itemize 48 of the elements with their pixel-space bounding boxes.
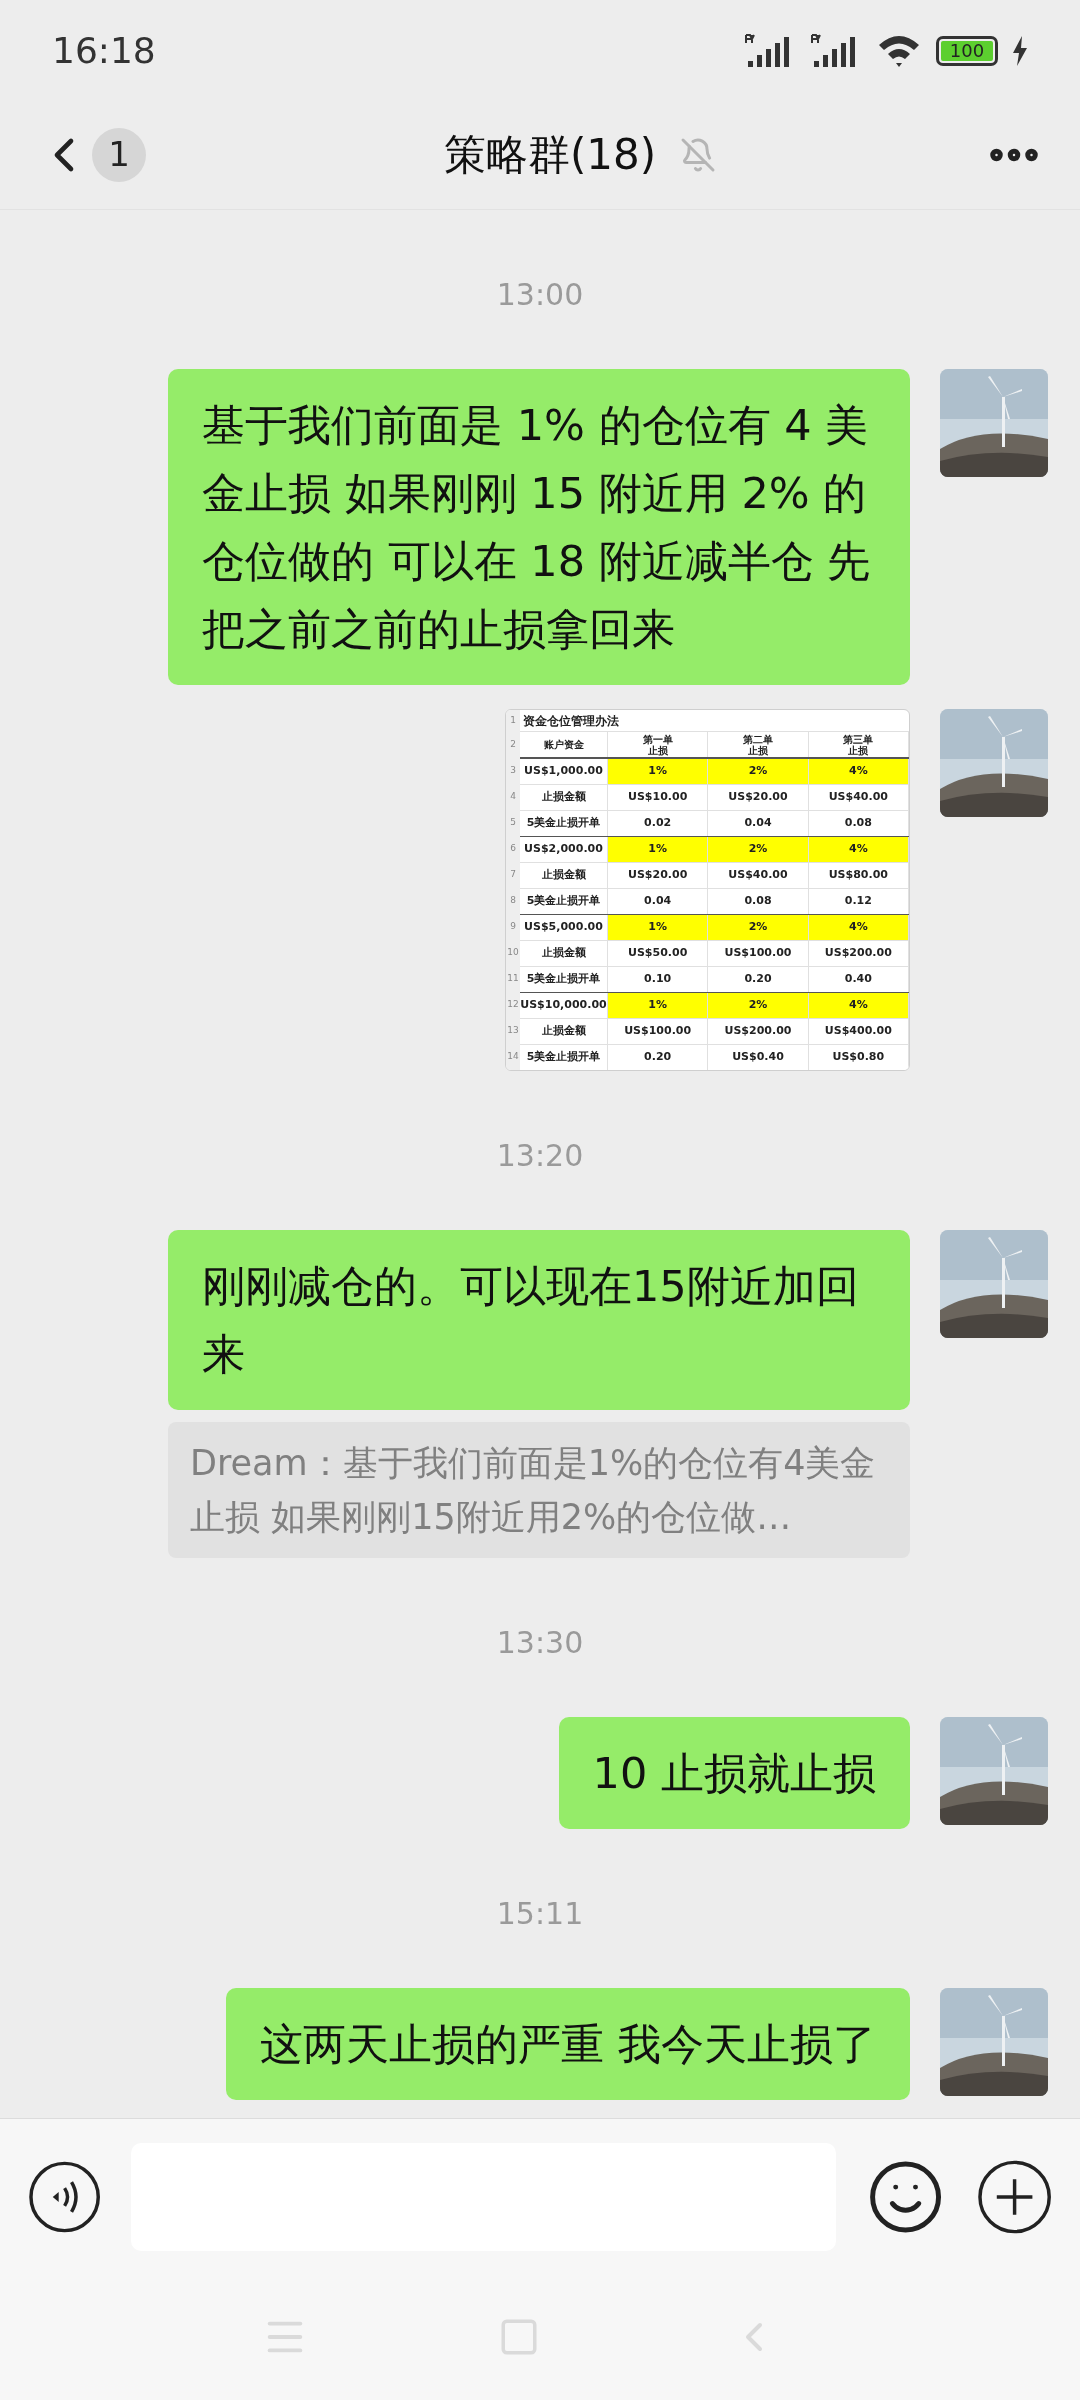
message-bubble[interactable]: 刚刚减仓的。可以现在15附近加回来 — [168, 1230, 910, 1410]
message-bubble[interactable]: 这两天止损的严重 我今天止损了 — [226, 1988, 910, 2100]
table-cell: 1% — [608, 915, 709, 940]
timestamp: 13:20 — [496, 1137, 584, 1175]
row-number: 2 — [509, 738, 517, 752]
table-cell: 4% — [808, 915, 909, 940]
column-header: 第一单止损 — [642, 733, 673, 756]
message-bubble[interactable]: 基于我们前面是 1% 的仓位有 4 美金止损 如果刚刚 15 附近用 2% 的仓位做的 可以在 18 附近减半仓 先把之前之前的止损拿回来 — [168, 369, 910, 685]
row-number: 1 — [509, 714, 517, 728]
row-number: 3 — [509, 764, 517, 778]
column-header: 第三单止损 — [843, 733, 874, 756]
unread-badge[interactable]: 1 — [92, 127, 146, 182]
column-header: 账户资金 — [543, 739, 584, 750]
table-cell: 1% — [608, 837, 709, 862]
table-cell: 1% — [608, 993, 709, 1018]
row-number: 7 — [509, 868, 517, 882]
table-cell: 4% — [808, 993, 909, 1018]
row-number: 8 — [509, 894, 517, 908]
row-number: 5 — [509, 816, 517, 830]
battery-level: 100 — [941, 41, 993, 61]
row-number: 9 — [509, 920, 517, 934]
table-cell: 2% — [708, 759, 809, 784]
row-number: 12 — [506, 998, 520, 1012]
chat-title: 策略群(18) — [443, 129, 657, 181]
row-number: 11 — [506, 972, 520, 986]
plus-icon[interactable] — [976, 2158, 1052, 2235]
row-number: 13 — [506, 1024, 520, 1038]
voice-icon[interactable] — [28, 2159, 102, 2234]
row-number: 4 — [509, 790, 517, 804]
row-number: 10 — [506, 946, 520, 960]
table-cell: 4% — [808, 837, 909, 862]
table-cell: 1% — [608, 759, 709, 784]
status-time: 16:18 — [52, 29, 156, 73]
timestamp: 13:00 — [496, 276, 584, 314]
column-header: 第二单止损 — [743, 733, 773, 756]
table-cell: US$10,000.00 — [520, 993, 608, 1018]
sheet-title: 资金仓位管理办法 — [520, 710, 909, 732]
message-bubble[interactable]: 10 止损就止损 — [558, 1717, 910, 1829]
timestamp: 15:11 — [496, 1895, 584, 1933]
table-cell: 2% — [708, 993, 809, 1018]
charging-icon — [1012, 36, 1028, 66]
timestamp: 13:30 — [496, 1624, 584, 1662]
table-cell: 2% — [708, 837, 809, 862]
row-number: 14 — [506, 1050, 520, 1064]
row-number: 6 — [509, 842, 517, 856]
table-cell: 2% — [708, 915, 809, 940]
table-cell: 4% — [808, 759, 909, 784]
spreadsheet-image[interactable] — [505, 709, 910, 1071]
